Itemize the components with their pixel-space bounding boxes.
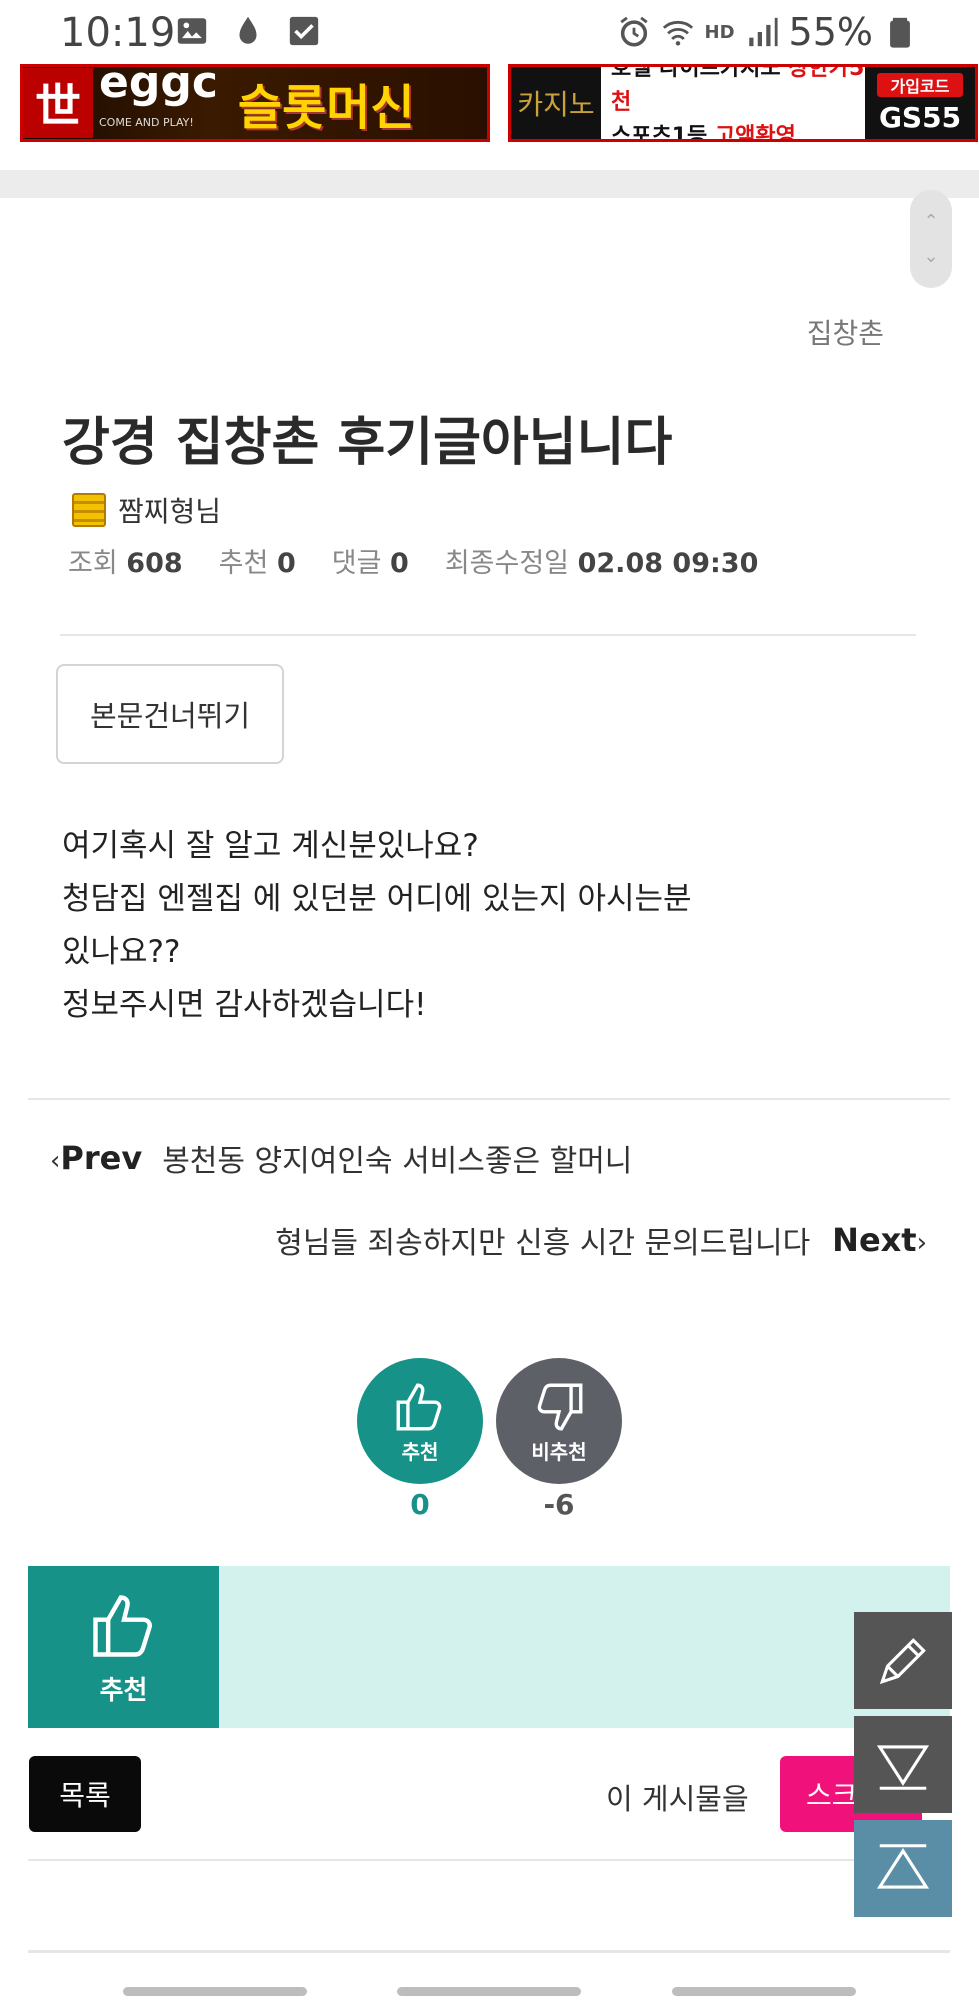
chevron-up-icon[interactable]: ⌃ <box>923 211 938 232</box>
chevron-right-icon: › <box>916 1228 927 1258</box>
status-time: 10:19 <box>60 10 176 56</box>
recommend-tab[interactable]: 추천 <box>28 1566 219 1728</box>
ad-slogan: 슬롯머신 <box>237 80 415 136</box>
scroll-bottom-button[interactable] <box>854 1716 952 1813</box>
ad-brand: eggc <box>99 64 218 108</box>
divider <box>28 1098 950 1100</box>
battery-percent: 55% <box>788 10 873 54</box>
pencil-icon <box>879 1637 926 1684</box>
level-badge-icon <box>72 493 106 527</box>
recommend-label: 추천 <box>218 548 269 579</box>
nav-back-handle[interactable] <box>672 1987 856 1996</box>
next-post-link[interactable]: 형님들 죄송하지만 신흥 시간 문의드립니다 Next› <box>275 1218 927 1262</box>
ad-code: GS55 <box>878 100 962 134</box>
body-line: 정보주시면 감사하겠습니다! <box>62 987 427 1023</box>
body-line: 청담집 엔젤집 에 있던분 어디에 있는지 아시는분 <box>62 881 692 917</box>
wifi-icon <box>662 20 693 46</box>
ad-line2-highlight: 고액환영 <box>714 124 796 142</box>
next-label: Next <box>832 1221 917 1259</box>
views-label: 조회 <box>68 548 118 579</box>
write-button[interactable] <box>854 1612 952 1709</box>
nav-recent-handle[interactable] <box>123 1987 307 1996</box>
prev-label: Prev <box>60 1139 143 1177</box>
downvote-count: -6 <box>543 1488 575 1521</box>
upvote-count: 0 <box>410 1488 430 1521</box>
body-line: 있나요?? <box>62 934 181 970</box>
views-count: 608 <box>126 548 183 579</box>
post-meta: 조회 608 추천 0 댓글 0 최종수정일 02.08 09:30 <box>68 541 758 580</box>
scroll-control[interactable]: ⌃ ⌄ <box>910 190 952 288</box>
thumbs-down-icon <box>537 1383 583 1430</box>
recommend-box: 추천 <box>28 1566 950 1728</box>
nav-home-handle[interactable] <box>397 1987 581 1996</box>
divider <box>28 1859 950 1861</box>
post-category[interactable]: 집창촌 <box>807 312 884 352</box>
triangle-down-icon <box>876 1744 930 1790</box>
ad-banner-right[interactable]: 카지노 호텔 라이브카지노 상한가5천 스포츠1등 고액환영 가입코드 GS55 <box>508 64 978 142</box>
ad-code-label: 가입코드 <box>877 72 963 97</box>
chevron-left-icon: ‹ <box>50 1146 61 1176</box>
modified-date: 02.08 09:30 <box>577 548 759 579</box>
recommend-count: 0 <box>276 548 296 579</box>
triangle-up-icon <box>876 1843 930 1889</box>
thumbs-up-icon <box>396 1383 442 1430</box>
post-author[interactable]: 짬찌형님 <box>72 490 221 530</box>
share-label: 이 게시물을 <box>606 1782 749 1816</box>
comments-count: 0 <box>390 548 409 579</box>
divider <box>28 1950 950 1953</box>
checkbox-icon <box>289 16 319 46</box>
recommend-tab-label: 추천 <box>99 1675 148 1706</box>
signal-icon <box>748 17 778 47</box>
chevron-down-icon[interactable]: ⌄ <box>923 246 938 267</box>
alarm-icon <box>619 16 648 47</box>
thumbs-up-icon <box>92 1594 152 1657</box>
hd-voice-badge: HD <box>704 21 735 43</box>
system-nav-bar <box>0 1970 979 2013</box>
comments-label: 댓글 <box>331 548 382 579</box>
scroll-top-button[interactable] <box>854 1820 952 1917</box>
section-divider <box>0 170 979 198</box>
image-icon <box>177 18 207 44</box>
downvote-button[interactable]: 비추천 <box>496 1358 622 1484</box>
next-title[interactable]: 형님들 죄송하지만 신흥 시간 문의드립니다 <box>275 1218 810 1262</box>
battery-icon <box>890 17 910 48</box>
ad-line1: 호텔 라이브카지노 <box>611 64 789 81</box>
ad-tagline: COME AND PLAY! <box>99 116 194 129</box>
upvote-button[interactable]: 추천 <box>357 1358 483 1484</box>
water-drop-icon <box>239 16 257 44</box>
post-body: 여기혹시 잘 알고 계신분있나요? 청담집 엔젤집 에 있던분 어디에 있는지 … <box>62 820 692 1032</box>
author-name[interactable]: 짬찌형님 <box>118 490 221 530</box>
downvote-label: 비추천 <box>531 1439 587 1464</box>
ad-banner-left[interactable]: 世 eggc COME AND PLAY! 슬롯머신 <box>20 64 490 142</box>
prev-title[interactable]: 봉천동 양지여인숙 서비스좋은 할머니 <box>162 1136 632 1180</box>
ad-code-box: 가입코드 GS55 <box>865 67 975 139</box>
ad-logo-icon: 世 <box>23 68 93 138</box>
list-button[interactable]: 목록 <box>29 1756 141 1832</box>
modified-label: 최종수정일 <box>444 548 570 579</box>
casino-logo-icon: 카지노 <box>511 67 601 139</box>
post-title: 강경 집창촌 후기글아닙니다 <box>62 413 673 473</box>
divider <box>60 634 916 636</box>
prev-post-link[interactable]: ‹Prev 봉천동 양지여인숙 서비스좋은 할머니 <box>50 1136 632 1180</box>
ad-line2: 스포츠1등 <box>611 124 715 142</box>
status-bar: 10:19 HD 55% <box>0 0 979 66</box>
upvote-label: 추천 <box>401 1439 439 1464</box>
body-line: 여기혹시 잘 알고 계신분있나요? <box>62 828 479 864</box>
skip-content-button[interactable]: 본문건너뛰기 <box>56 664 284 764</box>
ad-banners: 世 eggc COME AND PLAY! 슬롯머신 카지노 호텔 라이브카지노… <box>0 64 979 144</box>
